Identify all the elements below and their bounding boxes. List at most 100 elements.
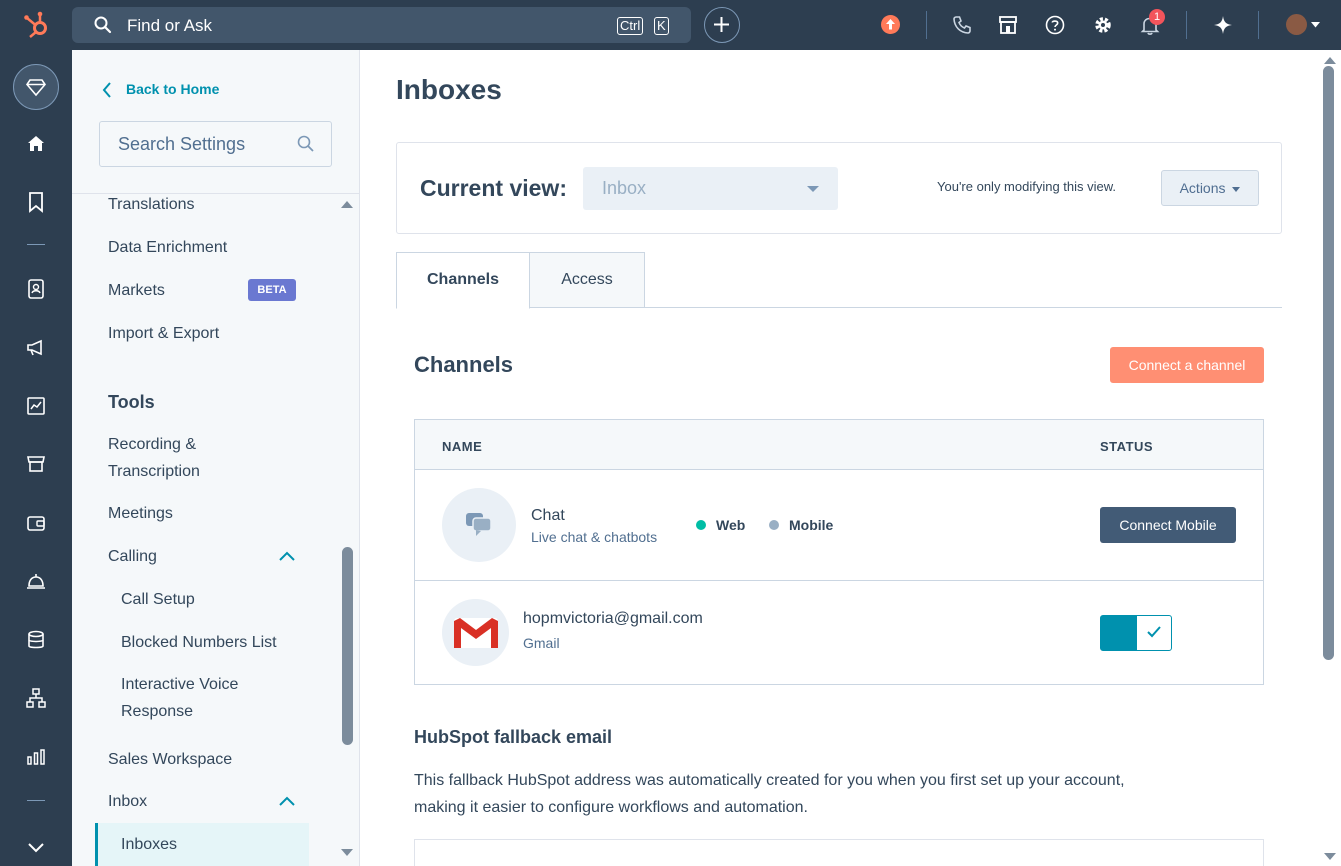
actions-label: Actions: [1179, 180, 1226, 196]
topbar-divider: [926, 11, 927, 39]
toggle-fill: [1101, 616, 1137, 650]
table-row: Chat Live chat & chatbots Web Mobile Con…: [415, 470, 1263, 581]
phone-icon[interactable]: [951, 14, 973, 36]
current-view-label: Current view:: [420, 175, 567, 201]
upgrade-arrow-icon: [886, 19, 895, 30]
topbar-divider: [1258, 11, 1259, 39]
settings-search-placeholder: Search Settings: [118, 134, 246, 154]
analytics-icon[interactable]: [24, 745, 48, 769]
channels-heading: Channels: [414, 352, 514, 377]
connect-channel-button[interactable]: Connect a channel: [1110, 347, 1264, 383]
sidebar-scroll-thumb[interactable]: [342, 547, 353, 745]
dropdown-caret-icon: [807, 186, 819, 192]
sidebar-scrollbar[interactable]: [339, 200, 355, 866]
sidebar-item-blocked-numbers[interactable]: Blocked Numbers List: [121, 629, 277, 656]
scroll-up-arrow-icon[interactable]: [341, 200, 353, 209]
sidebar-item-sales-workspace[interactable]: Sales Workspace: [108, 746, 232, 773]
fallback-email-description: This fallback HubSpot address was automa…: [414, 772, 1125, 816]
sidebar-item-calling[interactable]: Calling: [108, 543, 157, 570]
gmail-icon: [454, 618, 498, 648]
sidebar-item-ivr-line1[interactable]: Interactive Voice: [121, 671, 238, 698]
marketplace-icon[interactable]: [997, 14, 1019, 36]
chevron-left-icon: [102, 82, 111, 98]
chevron-up-icon[interactable]: [278, 551, 296, 562]
sidebar-item-ivr-line2[interactable]: Response: [121, 698, 193, 725]
service-icon[interactable]: [24, 569, 48, 593]
scroll-down-arrow-icon[interactable]: [341, 848, 353, 857]
create-new-button[interactable]: [704, 7, 740, 43]
reports-icon[interactable]: [24, 394, 48, 418]
sidebar-item-recording-line1[interactable]: Recording &: [108, 431, 196, 458]
home-icon[interactable]: [24, 132, 48, 156]
fallback-email-card: [414, 839, 1264, 866]
scroll-down-arrow-icon[interactable]: [1324, 852, 1336, 861]
chat-channel-avatar: [442, 488, 516, 562]
column-header-status[interactable]: STATUS: [1100, 439, 1153, 454]
sidebar-item-meetings[interactable]: Meetings: [108, 500, 173, 527]
megaphone-icon[interactable]: [24, 335, 48, 359]
connect-mobile-button[interactable]: Connect Mobile: [1100, 507, 1236, 543]
beta-badge: BETA: [248, 279, 296, 301]
sidebar-item-translations[interactable]: Translations: [108, 191, 195, 218]
tab-access[interactable]: Access: [529, 252, 645, 308]
scroll-up-arrow-icon[interactable]: [1324, 56, 1336, 65]
workflows-icon[interactable]: [24, 686, 48, 710]
shortcut-ctrl-key: Ctrl: [617, 17, 644, 35]
main-scroll-thumb[interactable]: [1323, 66, 1334, 660]
database-icon[interactable]: [24, 628, 48, 652]
page-title: Inboxes: [396, 74, 502, 105]
global-search-placeholder: Find or Ask: [127, 16, 213, 35]
sidebar-item-inbox[interactable]: Inbox: [108, 788, 147, 815]
nav-divider: [27, 800, 45, 801]
search-icon: [297, 135, 314, 152]
contacts-icon[interactable]: [24, 277, 48, 301]
web-status-label: Web: [716, 517, 746, 533]
wallet-icon[interactable]: [24, 511, 48, 535]
sidebar-item-import-export[interactable]: Import & Export: [108, 320, 219, 347]
hubspot-logo[interactable]: [22, 10, 52, 40]
channel-subtitle-gmail: Gmail: [523, 635, 560, 651]
settings-sidebar: Back to Home Search Settings Translation…: [72, 50, 360, 866]
current-view-dropdown[interactable]: Inbox: [583, 167, 838, 210]
search-icon: [94, 16, 112, 34]
channel-enabled-toggle[interactable]: [1100, 615, 1172, 651]
main-content: Inboxes Current view: Inbox You're only …: [360, 50, 1341, 866]
sidebar-item-data-enrichment[interactable]: Data Enrichment: [108, 234, 227, 261]
fallback-email-heading: HubSpot fallback email: [414, 727, 613, 747]
chat-bubble-icon: [466, 513, 492, 536]
channels-table: NAME STATUS Chat Live chat & chatbots We…: [414, 419, 1264, 685]
actions-dropdown-button[interactable]: Actions: [1161, 170, 1259, 206]
settings-search-input[interactable]: Search Settings: [99, 121, 332, 167]
help-icon[interactable]: [1044, 14, 1066, 36]
column-header-name[interactable]: NAME: [442, 439, 482, 454]
chevron-down-icon[interactable]: [1311, 22, 1320, 28]
sparkle-icon[interactable]: [1212, 14, 1234, 36]
mobile-status-label: Mobile: [789, 517, 834, 533]
channel-subtitle-chat: Live chat & chatbots: [531, 529, 658, 545]
current-view-card: Current view: Inbox You're only modifyin…: [396, 142, 1282, 234]
sidebar-item-markets[interactable]: Markets: [108, 277, 165, 304]
table-row: hopmvictoria@gmail.com Gmail: [415, 581, 1263, 685]
commerce-icon[interactable]: [24, 452, 48, 476]
sidebar-item-recording-line2[interactable]: Transcription: [108, 458, 200, 485]
global-search-bar[interactable]: Find or Ask Ctrl K: [72, 7, 691, 43]
nav-divider: [27, 244, 45, 245]
chevron-up-icon[interactable]: [278, 796, 296, 807]
user-avatar[interactable]: [1286, 14, 1307, 35]
caret-down-icon: [1232, 186, 1241, 192]
upgrade-button[interactable]: [881, 15, 900, 34]
topbar-divider: [1186, 11, 1187, 39]
back-to-home-label: Back to Home: [126, 81, 220, 97]
nav-item-getting-started[interactable]: [13, 64, 59, 110]
channel-name-gmail: hopmvictoria@gmail.com: [523, 610, 703, 627]
channel-name-chat: Chat: [531, 507, 565, 524]
tab-channels[interactable]: Channels: [396, 252, 530, 309]
sidebar-item-call-setup[interactable]: Call Setup: [121, 586, 195, 613]
current-view-value: Inbox: [602, 178, 647, 198]
sidebar-item-inboxes[interactable]: Inboxes: [121, 831, 177, 858]
chevron-down-icon[interactable]: [24, 835, 48, 859]
gmail-channel-avatar: [442, 599, 509, 666]
shortcut-k-key: K: [654, 17, 669, 35]
bookmark-icon[interactable]: [24, 190, 48, 214]
gear-icon[interactable]: [1092, 14, 1114, 36]
